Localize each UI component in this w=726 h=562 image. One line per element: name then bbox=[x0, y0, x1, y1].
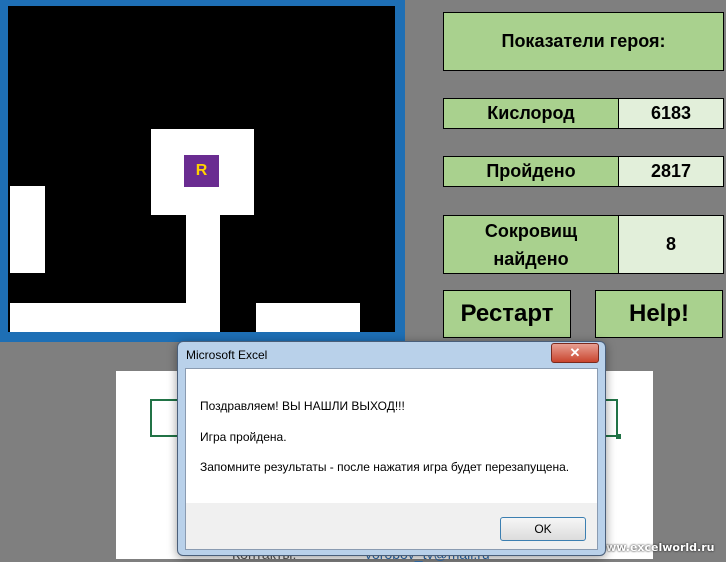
maze-passage bbox=[10, 303, 188, 332]
dialog-body: Поздравляем! ВЫ НАШЛИ ВЫХОД!!! Игра прой… bbox=[185, 368, 598, 550]
treasure-label-line1: Сокровищ bbox=[484, 220, 578, 241]
watermark: www.excelworld.ru bbox=[596, 541, 715, 554]
game-board: R bbox=[8, 6, 395, 332]
maze-passage bbox=[10, 186, 45, 273]
dialog-footer: OK bbox=[186, 503, 597, 549]
maze-passage bbox=[256, 303, 360, 332]
ok-button[interactable]: OK bbox=[500, 517, 586, 541]
treasure-value: 8 bbox=[618, 215, 724, 274]
dialog-title: Microsoft Excel bbox=[186, 348, 268, 362]
oxygen-value: 6183 bbox=[618, 98, 724, 129]
restart-button[interactable]: Рестарт bbox=[443, 290, 571, 338]
message-line-3: Запомните результаты - после нажатия игр… bbox=[200, 460, 570, 474]
passed-label: Пройдено bbox=[443, 156, 619, 187]
passed-value: 2817 bbox=[618, 156, 724, 187]
message-dialog: Microsoft Excel ✕ Поздравляем! ВЫ НАШЛИ … bbox=[177, 341, 606, 556]
close-icon[interactable]: ✕ bbox=[551, 343, 599, 363]
treasure-label: Сокровищ найдено bbox=[443, 215, 619, 274]
message-line-2: Игра пройдена. bbox=[200, 430, 287, 444]
fill-handle[interactable] bbox=[616, 434, 621, 439]
hero-marker: R bbox=[184, 155, 219, 187]
oxygen-label: Кислород bbox=[443, 98, 619, 129]
stats-header: Показатели героя: bbox=[443, 12, 724, 71]
treasure-label-line2: найдено bbox=[493, 248, 569, 269]
game-board-frame: R bbox=[0, 0, 405, 342]
maze-passage bbox=[186, 215, 220, 332]
help-button[interactable]: Help! bbox=[595, 290, 723, 338]
message-line-1: Поздравляем! ВЫ НАШЛИ ВЫХОД!!! bbox=[200, 399, 405, 413]
